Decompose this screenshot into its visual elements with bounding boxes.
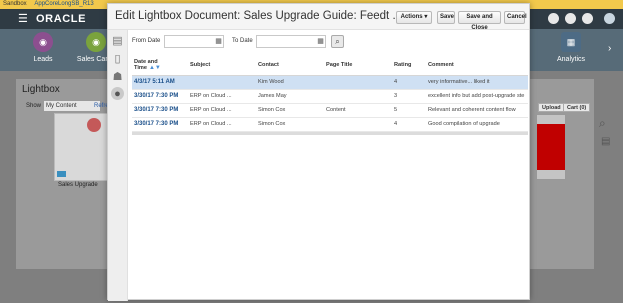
cell-rating: 3 (392, 89, 426, 104)
cell-contact: Simon Cox (256, 103, 324, 118)
table-row[interactable]: 3/30/17 7:30 PM ERP on Cloud ... Simon C… (132, 103, 528, 118)
cancel-button[interactable]: Cancel (504, 11, 527, 24)
document-icon[interactable]: ▤ (601, 136, 610, 147)
cart-button[interactable]: Cart (0) (563, 103, 591, 112)
calendar-icon[interactable]: ▦ (316, 37, 325, 46)
details-tab-icon[interactable]: ▤ (111, 34, 124, 47)
save-button[interactable]: Save (437, 11, 455, 24)
menu-icon[interactable]: ☰ (18, 13, 28, 25)
upload-button[interactable]: Upload (538, 103, 565, 112)
feedback-table: Date and Time ▲▼ Subject Contact Page Tit… (132, 55, 528, 132)
scrollbar-thumb[interactable] (132, 132, 528, 135)
search-icon[interactable]: ⌕ (599, 116, 606, 131)
right-card-image (537, 124, 565, 170)
users-tab-icon[interactable]: ☗ (111, 70, 124, 83)
leads-icon: ◉ (33, 32, 53, 52)
actions-button[interactable]: Actions ▾ (396, 11, 432, 24)
cell-rating: 4 (392, 75, 426, 90)
cell-page-title: Content (324, 103, 392, 118)
document-tab-icon[interactable]: ▯ (111, 52, 124, 65)
springboard-label: Leads (33, 56, 53, 63)
table-header-row: Date and Time ▲▼ Subject Contact Page Tit… (132, 55, 528, 76)
cell-subject: ERP on Cloud ... (188, 89, 256, 104)
dialog-header: Edit Lightbox Document: Sales Upgrade Gu… (108, 4, 529, 31)
column-header-page-title[interactable]: Page Title (324, 55, 392, 76)
cell-date: 3/30/17 7:30 PM (132, 103, 188, 118)
cell-comment: Good compilation of upgrade (426, 117, 528, 132)
cell-subject: ERP on Cloud ... (188, 103, 256, 118)
card-badge-icon (57, 171, 66, 177)
cell-date: 4/3/17 5:11 AM (132, 75, 188, 90)
column-header-date[interactable]: Date and Time ▲▼ (132, 55, 188, 76)
feedback-tab-icon[interactable]: ● (111, 87, 124, 100)
column-header-comment[interactable]: Comment (426, 55, 528, 76)
show-label: Show (26, 103, 42, 109)
oracle-logo: ORACLE (36, 13, 87, 25)
cell-contact: Kim Wood (256, 75, 324, 90)
chevron-down-icon: ▾ (424, 14, 428, 20)
cell-comment: Relevant and coherent content flow (426, 103, 528, 118)
lightbox-card-thumbnail[interactable] (54, 113, 108, 181)
actions-label: Actions (400, 14, 423, 20)
avatar[interactable] (604, 13, 615, 24)
home-icon[interactable] (548, 13, 559, 24)
notifications-icon[interactable] (582, 13, 593, 24)
cell-date: 3/30/17 7:30 PM (132, 117, 188, 132)
show-select[interactable]: My Content (44, 101, 100, 111)
sort-icon[interactable]: ▲▼ (149, 65, 161, 71)
cell-comment: excellent info but add post-upgrade ste (426, 89, 528, 104)
column-header-rating[interactable]: Rating (392, 55, 426, 76)
table-row[interactable]: 3/30/17 7:30 PM ERP on Cloud ... Simon C… (132, 117, 528, 132)
dialog-title: Edit Lightbox Document: Sales Upgrade Gu… (115, 10, 403, 22)
cell-page-title (324, 75, 392, 90)
card-image-mark (87, 118, 101, 132)
cell-page-title (324, 89, 392, 104)
springboard-analytics[interactable]: ▦ Analytics (541, 32, 601, 63)
save-and-close-button[interactable]: Save and Close (458, 11, 501, 31)
lightbox-title: Lightbox (22, 84, 60, 95)
table-row[interactable]: 3/30/17 7:30 PM ERP on Cloud ... James M… (132, 89, 528, 104)
cell-subject: ERP on Cloud ... (188, 117, 256, 132)
campaigns-icon: ◉ (86, 32, 106, 52)
cell-subject (188, 75, 256, 90)
cell-contact: Simon Cox (256, 117, 324, 132)
favorites-icon[interactable] (565, 13, 576, 24)
column-header-contact[interactable]: Contact (256, 55, 324, 76)
column-header-subject[interactable]: Subject (188, 55, 256, 76)
cell-rating: 4 (392, 117, 426, 132)
cell-contact: James May (256, 89, 324, 104)
springboard-label: Analytics (556, 56, 585, 63)
cell-page-title (324, 117, 392, 132)
analytics-icon: ▦ (561, 32, 581, 52)
dialog-side-tabs: ▤ ▯ ☗ ● (108, 30, 128, 301)
sandbox-label: Sandbox (3, 1, 27, 7)
lightbox-card-label[interactable]: Sales Upgrade (58, 182, 98, 188)
to-date-label: To Date (232, 38, 253, 44)
edit-lightbox-dialog: Edit Lightbox Document: Sales Upgrade Gu… (107, 3, 530, 301)
sandbox-name[interactable]: AppCoreLongSB_R13 (34, 1, 93, 7)
cell-date: 3/30/17 7:30 PM (132, 89, 188, 104)
springboard-leads[interactable]: ◉ Leads (13, 32, 73, 63)
cell-comment: very informative... liked it (426, 75, 528, 90)
chevron-right-icon[interactable]: › (608, 43, 611, 54)
from-date-label: From Date (132, 38, 161, 44)
calendar-icon[interactable]: ▦ (214, 37, 223, 46)
table-row[interactable]: 4/3/17 5:11 AM Kim Wood 4 very informati… (132, 75, 528, 90)
horizontal-scrollbar[interactable] (132, 132, 528, 135)
search-button[interactable]: ⌕ (331, 35, 344, 48)
cell-rating: 5 (392, 103, 426, 118)
